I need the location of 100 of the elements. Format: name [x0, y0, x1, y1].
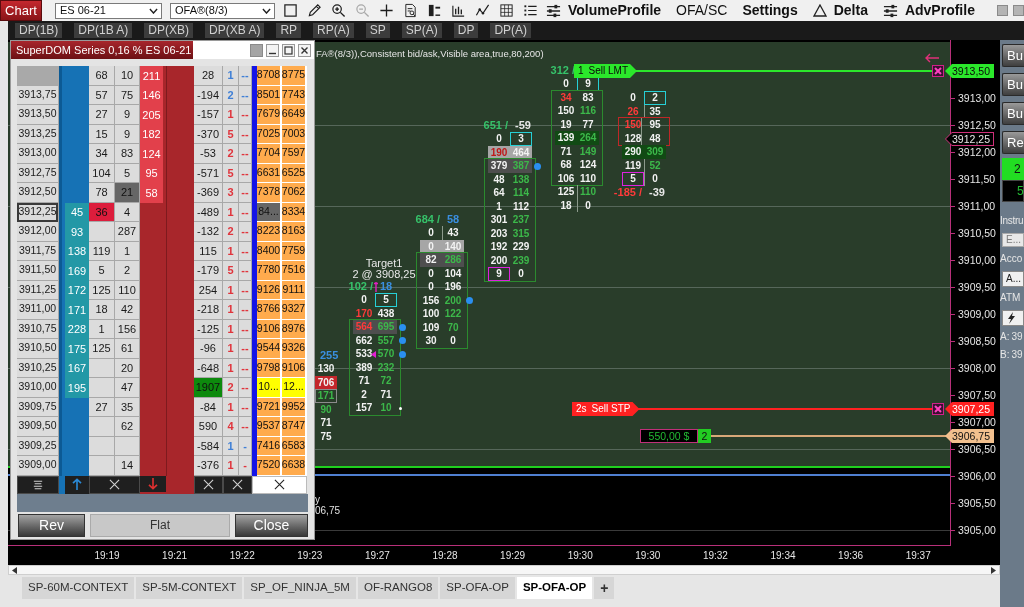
dom-cell: -- — [239, 261, 251, 281]
square-icon[interactable] — [283, 3, 298, 18]
scrollbar-track[interactable] — [8, 565, 1000, 575]
dom-cell: -- — [239, 85, 251, 105]
dropdown[interactable]: OFA®(8/3) — [170, 2, 275, 19]
dom-cell: 4 — [115, 202, 139, 222]
tab[interactable]: SP-OFA-OP — [440, 577, 515, 599]
price-cell: 3910,50 — [17, 339, 58, 359]
tab[interactable]: SP-5M-CONTEXT — [136, 577, 243, 599]
menu-button[interactable]: Delta — [812, 0, 868, 21]
filter-button[interactable]: DP(1B) — [15, 23, 63, 38]
filter-button[interactable]: DP(XB A) — [205, 23, 265, 38]
filter-button[interactable]: DP(1B A) — [74, 23, 133, 38]
field-label: Instru — [1000, 215, 1024, 227]
close-icon[interactable] — [298, 43, 311, 57]
grid-icon[interactable] — [499, 3, 514, 18]
dom-cell: -370 — [194, 124, 222, 144]
document-search-icon[interactable] — [403, 3, 418, 18]
dom-cell: 228 — [65, 319, 89, 339]
order-button[interactable]: Bu — [1002, 44, 1024, 67]
list-icon[interactable] — [523, 3, 538, 18]
close-icon[interactable] — [932, 403, 944, 415]
menu-button[interactable]: VolumeProfile — [546, 0, 662, 21]
instrument-field[interactable]: E... — [1002, 233, 1024, 247]
zoom-in-icon[interactable] — [331, 3, 346, 18]
maximize-icon[interactable] — [282, 43, 295, 57]
price-marker: 3912,25 — [945, 132, 994, 146]
footprint-value: 196 — [444, 281, 462, 293]
order-button[interactable]: Bu — [1002, 102, 1024, 125]
footprint-value: 229 — [512, 241, 530, 253]
close-icon[interactable] — [932, 65, 944, 77]
footprint-value: 237 — [512, 214, 530, 226]
right-arrow-icon[interactable] — [991, 566, 996, 574]
filter-button[interactable]: DP — [453, 23, 479, 38]
footprint-value: 315 — [512, 227, 530, 240]
footprint-value: 19 — [560, 118, 572, 131]
order-tag[interactable]: 1 Sell LMT — [574, 64, 637, 78]
filter-button[interactable]: DP(A) — [490, 23, 532, 38]
footprint-value: 9 — [585, 78, 591, 90]
chart-button[interactable]: Chart — [0, 0, 42, 21]
tab[interactable]: SP_OF_NINJA_5M — [244, 577, 356, 599]
footprint-value: 139 — [557, 132, 575, 144]
summary-value: 651 / — [483, 118, 508, 133]
dropdown[interactable]: ES 06-21 — [55, 2, 162, 19]
price-cell: 3909,50 — [17, 417, 58, 437]
line-chart-icon[interactable] — [475, 3, 490, 18]
footprint-value: 112 — [512, 200, 530, 213]
dom-cell: - — [239, 456, 251, 476]
order-tag[interactable]: 2s Sell STP — [572, 402, 640, 416]
dom-action-button[interactable]: Flat — [90, 513, 230, 537]
filter-button[interactable]: DP(XB) — [144, 23, 194, 38]
filter-button[interactable]: SP(A) — [401, 23, 442, 38]
window-title: SuperDOM Series 0,16 % ES 06-21 — [11, 41, 193, 59]
pnl-label: 550,00 $ — [640, 429, 698, 443]
dom-cell: 6649 — [282, 105, 305, 125]
footprint-value: 156 — [422, 294, 440, 307]
tab[interactable]: OF-RANGO8 — [357, 577, 439, 599]
footprint-value: 301 — [490, 214, 508, 226]
dom-cell: 58 — [140, 183, 163, 203]
footprint-value: 71 — [320, 417, 332, 429]
chart-icon[interactable] — [451, 3, 466, 18]
atm-button[interactable] — [1002, 310, 1024, 326]
dom-cell: 68 — [89, 66, 114, 86]
minimize-icon[interactable] — [266, 43, 279, 57]
dom-cell: -- — [239, 222, 251, 242]
pencil-icon[interactable] — [307, 3, 322, 18]
crosshair-icon[interactable] — [379, 3, 394, 18]
order-type: Sell LMT — [588, 65, 628, 77]
menu-button[interactable]: OFA/SC — [676, 0, 728, 21]
menu-button[interactable]: AdvProfile — [882, 0, 975, 21]
order-button[interactable]: Bu — [1002, 73, 1024, 96]
time-axis-label: 19:27 — [364, 550, 390, 562]
dom-cell: 9326 — [282, 339, 305, 359]
add-tab-button[interactable]: + — [594, 577, 615, 599]
left-arrow-icon[interactable] — [12, 566, 17, 574]
footprint-value: 82 — [425, 254, 437, 266]
filter-button[interactable]: SP — [365, 23, 390, 38]
tab[interactable]: SP-OFA-OP — [516, 577, 593, 599]
dom-action-button[interactable]: Close — [235, 513, 308, 537]
footprint-value: 264 — [579, 132, 597, 144]
order-button[interactable]: Re — [1002, 131, 1024, 154]
footprint-value: 533 — [355, 348, 373, 360]
account-dropdown[interactable]: A... — [1002, 271, 1024, 287]
filter-button[interactable]: RP — [276, 23, 302, 38]
dom-cell: 18 — [89, 300, 114, 320]
dom-cell: 27 — [89, 397, 114, 417]
filter-button[interactable]: RP(A) — [313, 23, 354, 38]
menu-button[interactable]: Settings — [742, 0, 798, 21]
dom-cell: 42 — [115, 300, 139, 320]
tab[interactable]: SP-60M-CONTEXT — [22, 577, 135, 599]
bar-chart-icon[interactable] — [427, 3, 442, 18]
price-axis-label: 3913,00 — [958, 92, 996, 104]
order-type: Sell STP — [591, 403, 631, 415]
dom-cell: 2 — [223, 144, 238, 164]
order-quantity: 2s — [576, 403, 587, 415]
dom-cell: 15 — [89, 124, 114, 144]
dom-cell: -369 — [194, 183, 222, 203]
dom-action-button[interactable]: Rev — [18, 513, 85, 537]
footprint-value: 124 — [579, 159, 597, 171]
dom-cell: 3 — [223, 183, 238, 203]
